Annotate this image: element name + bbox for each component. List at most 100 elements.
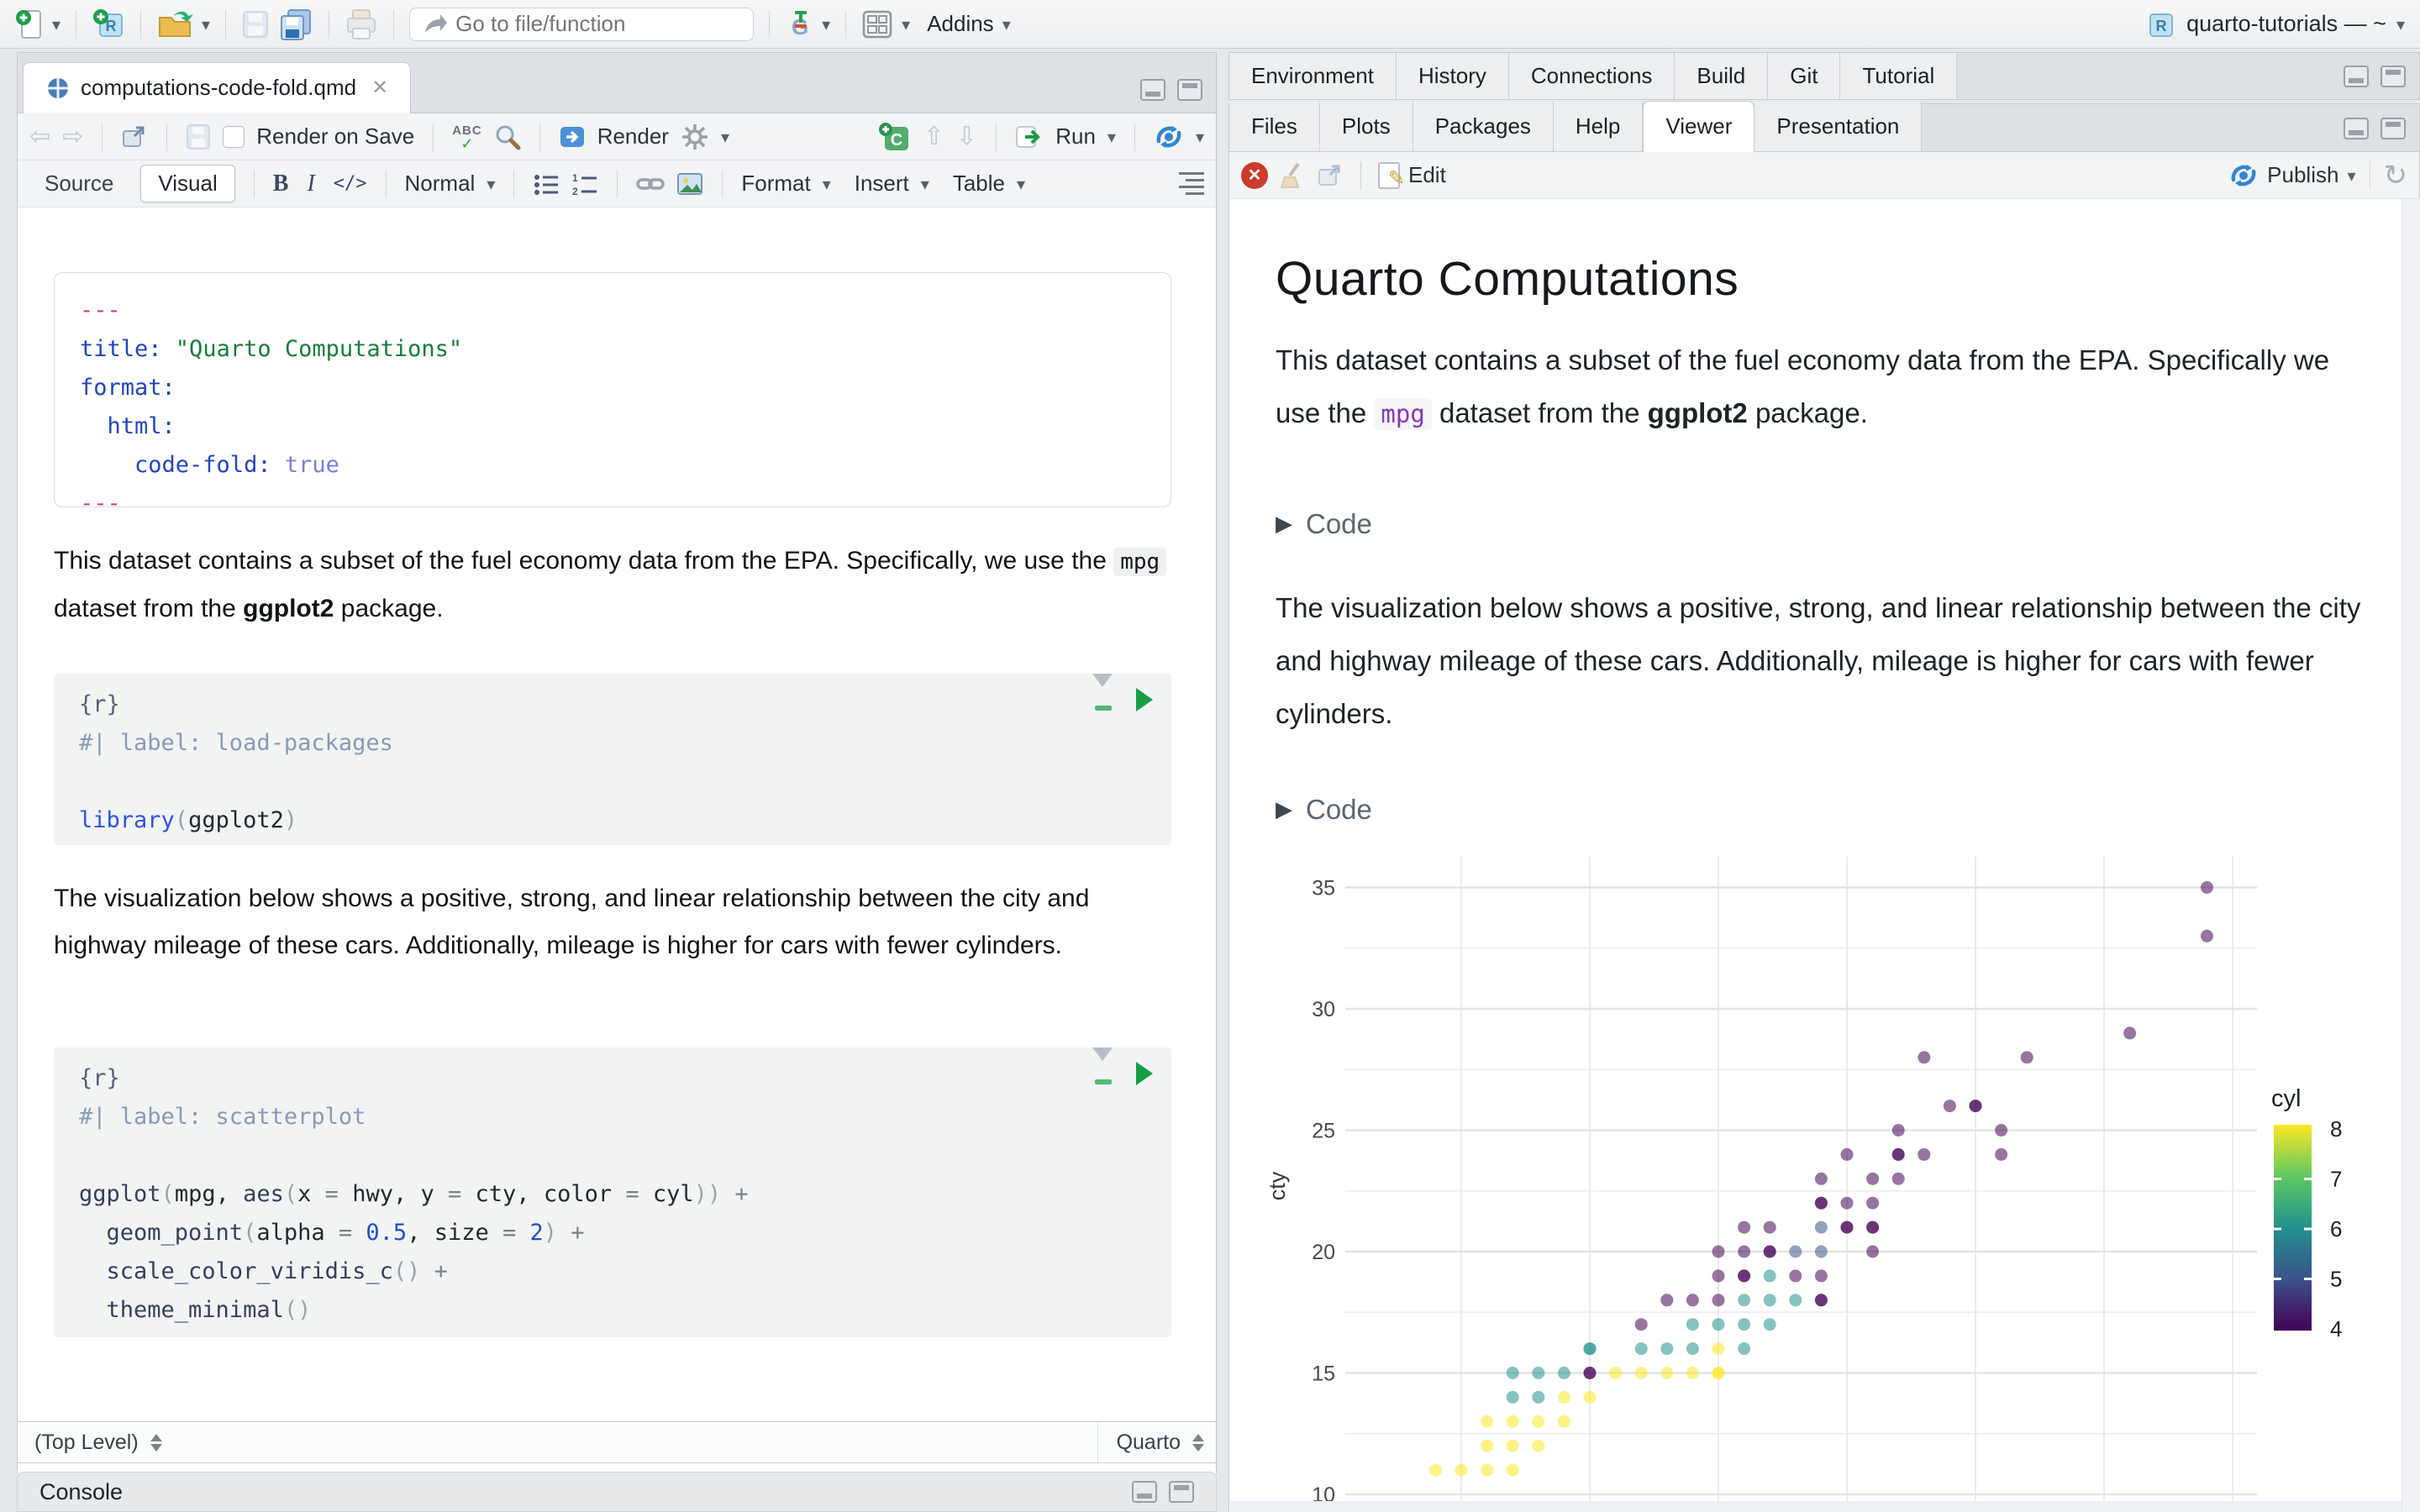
editor-content[interactable]: --- title: "Quarto Computations" format: h… [17,207,1217,1473]
new-file-icon[interactable] [15,8,44,41]
outline-toggle-icon[interactable] [1179,172,1204,195]
render-on-save-checkbox[interactable] [223,125,245,148]
run-chunks-above-icon[interactable] [1092,674,1114,712]
forward-icon[interactable]: ⇨ [62,122,83,151]
tab-packages[interactable]: Packages [1413,102,1554,151]
run-previous-icon[interactable]: ⇧ [923,122,944,151]
panes-layout-caret[interactable]: ▾ [902,14,910,34]
tab-environment[interactable]: Environment [1229,53,1397,99]
new-project-icon[interactable]: R [92,8,125,41]
visual-mode-button[interactable]: Visual [140,165,235,202]
viewer-content[interactable]: Quarto Computations This dataset contain… [1228,199,2420,1512]
console-pane-header[interactable]: Console [17,1472,1217,1512]
table-caret[interactable]: ▾ [1017,174,1025,194]
minimize-pane-icon[interactable] [1140,79,1165,101]
table-menu[interactable]: Table [953,171,1005,197]
viewer-scrollbar[interactable] [2402,199,2420,1512]
inline-code-icon[interactable]: </> [334,173,367,194]
save-icon[interactable] [241,9,270,39]
image-icon[interactable] [676,172,703,196]
render-button[interactable]: Render [597,123,669,150]
code-chunk-load-packages[interactable]: {r} #| label: load-packages library(ggplo… [54,674,1171,845]
maximize-pane-icon[interactable] [2381,65,2406,87]
project-menu[interactable]: R quarto-tutorials — ~ ▾ [2146,8,2405,40]
tab-tutorial[interactable]: Tutorial [1840,53,1958,99]
clear-viewer-icon[interactable]: ✕ [1241,161,1268,189]
edit-button[interactable]: ✎ Edit [1378,161,1446,190]
maximize-pane-icon[interactable] [2381,118,2406,139]
bullet-list-icon[interactable] [533,172,560,196]
editor-tab-bar: computations-code-fold.qmd ✕ [17,52,1217,113]
code-fold-toggle-2[interactable]: ▶ Code [1276,794,1372,826]
minimize-pane-icon[interactable] [2344,118,2369,139]
addins-caret[interactable]: ▾ [1002,14,1011,34]
editor-tab-qmd[interactable]: computations-code-fold.qmd ✕ [23,62,412,113]
tab-build[interactable]: Build [1675,53,1769,99]
tab-files[interactable]: Files [1229,102,1320,151]
spellcheck-icon[interactable]: ABC ✓ [452,123,482,151]
minimize-console-icon[interactable] [1132,1481,1157,1503]
goto-file-box[interactable] [409,7,755,41]
goto-file-input[interactable] [455,11,725,37]
broom-icon[interactable] [1280,162,1305,189]
publish-caret[interactable]: ▾ [2347,165,2355,186]
code-chunk-scatterplot[interactable]: {r} #| label: scatterplot ggplot(mpg, aes… [54,1047,1171,1337]
source-publish-caret[interactable]: ▾ [1196,127,1204,147]
minimize-pane-icon[interactable] [2344,65,2369,87]
tab-presentation[interactable]: Presentation [1754,102,1923,151]
addins-menu[interactable]: Addins [927,11,994,37]
popout-window-icon[interactable] [121,124,148,150]
tab-git[interactable]: Git [1768,53,1841,99]
save-all-icon[interactable] [278,8,313,41]
refresh-viewer-icon[interactable]: ↻ [2384,159,2408,192]
source-publish-icon[interactable] [1154,123,1184,151]
format-menu[interactable]: Format [741,171,810,197]
render-settings-caret[interactable]: ▾ [721,127,729,147]
paragraph-style-caret[interactable]: ▾ [487,174,495,194]
insert-chunk-icon[interactable]: C [878,122,912,152]
source-mode-button[interactable]: Source [29,165,129,202]
viewer-popout-icon[interactable] [1317,163,1344,188]
tab-connections[interactable]: Connections [1508,53,1676,99]
run-caret[interactable]: ▾ [1107,127,1116,147]
yaml-metadata-block[interactable]: --- title: "Quarto Computations" format: h… [54,272,1171,517]
link-icon[interactable] [636,172,666,196]
maximize-pane-icon[interactable] [1177,79,1202,101]
tab-help[interactable]: Help [1553,102,1644,151]
data-point [1789,1269,1802,1283]
doc-type-selector[interactable]: Quarto [1097,1422,1181,1462]
data-point [1891,1172,1905,1185]
run-chunks-above-icon[interactable] [1092,1047,1114,1086]
version-control-caret[interactable]: ▾ [822,14,830,34]
numbered-list-icon[interactable]: 12 [571,172,598,196]
open-file-icon[interactable] [156,8,194,41]
run-chunk-icon[interactable] [1136,688,1153,711]
data-point [1686,1294,1699,1307]
format-caret[interactable]: ▾ [823,174,831,194]
render-settings-gear-icon[interactable] [681,123,709,151]
insert-caret[interactable]: ▾ [921,174,929,194]
close-tab-icon[interactable]: ✕ [371,76,388,100]
panes-layout-icon[interactable] [861,9,893,39]
publish-button[interactable]: Publish [2267,162,2338,188]
run-chunk-icon[interactable] [1136,1062,1153,1085]
bold-icon[interactable]: B [273,171,289,197]
outline-scope-selector[interactable]: (Top Level) [34,1431,139,1455]
tab-viewer[interactable]: Viewer [1643,101,1755,152]
print-icon[interactable] [345,8,378,40]
back-icon[interactable]: ⇦ [29,122,50,151]
run-button[interactable]: Run [1055,123,1096,150]
italic-icon[interactable]: I [307,171,314,197]
paragraph-style-select[interactable]: Normal [405,171,476,197]
insert-menu[interactable]: Insert [855,171,909,197]
version-control-icon[interactable]: G [785,8,813,41]
save-doc-icon[interactable] [186,123,211,150]
code-fold-toggle-1[interactable]: ▶ Code [1276,508,1372,540]
maximize-console-icon[interactable] [1169,1481,1194,1503]
run-next-icon[interactable]: ⇩ [956,122,977,151]
tab-history[interactable]: History [1396,53,1509,99]
new-file-caret[interactable]: ▾ [52,14,60,34]
search-icon[interactable] [494,123,521,150]
tab-plots[interactable]: Plots [1319,102,1413,151]
open-recent-caret[interactable]: ▾ [202,14,210,34]
